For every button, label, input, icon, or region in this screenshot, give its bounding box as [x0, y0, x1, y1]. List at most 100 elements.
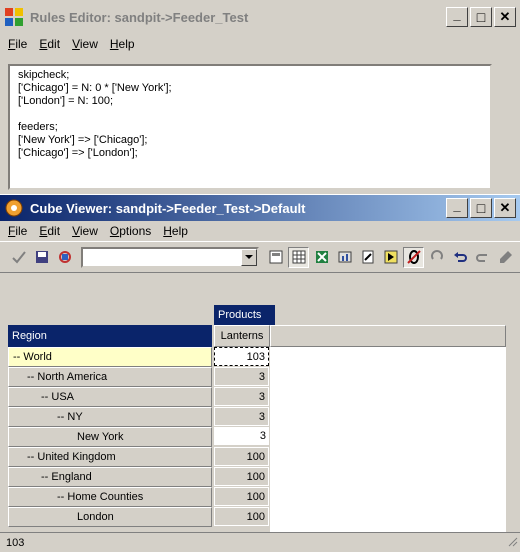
edit-note-icon[interactable] — [357, 247, 378, 268]
chart-icon[interactable] — [334, 247, 355, 268]
menu-help[interactable]: Help — [157, 224, 194, 238]
save-icon[interactable] — [31, 247, 52, 268]
resize-grip-icon[interactable] — [506, 535, 518, 550]
cube-menubar: File Edit View Options Help — [0, 221, 520, 241]
chevron-down-icon[interactable] — [241, 248, 257, 266]
row-label: -- World — [13, 351, 52, 363]
menu-file[interactable]: File — [2, 224, 33, 238]
cell-home-counties[interactable]: 100 — [214, 487, 269, 506]
rules-text-editor[interactable]: skipcheck; ['Chicago'] = N: 0 * ['New Yo… — [8, 64, 492, 190]
menu-options[interactable]: Options — [104, 224, 157, 238]
menu-view[interactable]: View — [66, 37, 104, 51]
maximize-button[interactable]: □ — [470, 198, 492, 218]
cell-value: 103 — [246, 350, 265, 363]
maximize-icon: □ — [476, 200, 486, 216]
close-button[interactable]: ✕ — [494, 198, 516, 218]
menu-help[interactable]: Help — [104, 37, 141, 51]
minimize-icon: _ — [453, 197, 461, 213]
row-header-united-kingdom[interactable]: -- United Kingdom — [8, 447, 212, 467]
column-header-label: Lanterns — [220, 330, 264, 342]
row-label: -- USA — [41, 391, 74, 403]
pen-icon[interactable] — [495, 247, 516, 268]
minimize-button[interactable]: _ — [446, 7, 468, 27]
undo-icon[interactable] — [449, 247, 470, 268]
checkmark-icon[interactable] — [8, 247, 29, 268]
column-header-lanterns[interactable]: Lanterns — [214, 325, 270, 347]
cell-value: 100 — [246, 450, 265, 463]
recalc-icon[interactable] — [426, 247, 447, 268]
menu-edit[interactable]: Edit — [33, 37, 66, 51]
code-line: ['Chicago'] = N: 0 * ['New York']; — [18, 82, 172, 94]
code-line: skipcheck; — [18, 69, 70, 81]
close-icon: ✕ — [499, 9, 511, 24]
code-line: ['New York'] => ['Chicago']; — [18, 134, 148, 146]
row-header-new-york[interactable]: New York — [8, 427, 212, 447]
cell-value: 100 — [246, 490, 265, 503]
menu-view[interactable]: View — [66, 224, 104, 238]
cell-north-america[interactable]: 3 — [214, 367, 269, 386]
menu-file[interactable]: File — [2, 37, 33, 51]
cube-viewer-window: Cube Viewer: sandpit->Feeder_Test->Defau… — [0, 194, 520, 552]
row-header-world[interactable]: -- World — [8, 347, 212, 367]
row-header-london[interactable]: London — [8, 507, 212, 527]
code-line: ['Chicago'] => ['London']; — [18, 147, 138, 159]
cell-england[interactable]: 100 — [214, 467, 269, 486]
cell-value: 100 — [246, 510, 265, 523]
code-line: ['London'] = N: 100; — [18, 95, 114, 107]
maximize-button[interactable]: □ — [470, 7, 492, 27]
rules-app-icon — [4, 7, 24, 27]
zero-suppress-icon[interactable] — [403, 246, 424, 268]
row-label: New York — [77, 431, 124, 443]
row-header-england[interactable]: -- England — [8, 467, 212, 487]
redo-icon[interactable] — [472, 247, 493, 268]
cell-value: 100 — [246, 470, 265, 483]
cell-world[interactable]: 103 — [214, 347, 269, 366]
rules-editor-window: Rules Editor: sandpit->Feeder_Test _ □ ✕… — [0, 0, 520, 194]
code-line: feeders; — [18, 121, 58, 133]
cell-united-kingdom[interactable]: 100 — [214, 447, 269, 466]
row-header-usa[interactable]: -- USA — [8, 387, 212, 407]
row-header-north-america[interactable]: -- North America — [8, 367, 212, 387]
cube-viewer-titlebar[interactable]: Cube Viewer: sandpit->Feeder_Test->Defau… — [0, 195, 520, 221]
column-dimension-header[interactable]: Products — [214, 305, 275, 325]
rules-editor-title: Rules Editor: sandpit->Feeder_Test — [30, 9, 249, 25]
cell-usa[interactable]: 3 — [214, 387, 269, 406]
minimize-button[interactable]: _ — [446, 198, 468, 218]
status-bar: 103 — [0, 532, 520, 552]
column-header-filler — [270, 325, 506, 347]
row-label: -- Home Counties — [57, 491, 144, 503]
cell-london[interactable]: 100 — [214, 507, 269, 526]
cell-ny[interactable]: 3 — [214, 407, 269, 426]
cube-viewer-title: Cube Viewer: sandpit->Feeder_Test->Defau… — [30, 200, 306, 216]
row-dimension-label: Region — [12, 330, 47, 342]
subset-combo[interactable] — [81, 246, 259, 268]
row-label: -- United Kingdom — [27, 451, 116, 463]
rules-menubar: File Edit View Help — [0, 34, 520, 54]
row-label: -- England — [41, 471, 92, 483]
refresh-icon[interactable] — [54, 247, 75, 268]
close-button[interactable]: ✕ — [494, 7, 516, 27]
grid-empty-area — [270, 347, 506, 533]
cell-value: 3 — [258, 370, 265, 383]
status-text: 103 — [6, 536, 25, 549]
minimize-icon: _ — [453, 6, 461, 22]
cell-value: 3 — [258, 410, 265, 423]
row-header-home-counties[interactable]: -- Home Counties — [8, 487, 212, 507]
arrow-right-icon[interactable] — [380, 247, 401, 268]
rules-editor-titlebar[interactable]: Rules Editor: sandpit->Feeder_Test _ □ ✕ — [0, 0, 520, 34]
calculator-icon[interactable] — [265, 247, 286, 268]
cube-toolbar — [0, 241, 520, 273]
row-header-ny[interactable]: -- NY — [8, 407, 212, 427]
row-dimension-header[interactable]: Region — [8, 325, 212, 347]
menu-edit[interactable]: Edit — [33, 224, 66, 238]
excel-icon[interactable] — [311, 247, 332, 268]
close-icon: ✕ — [499, 200, 511, 215]
row-label: -- North America — [27, 371, 108, 383]
grid-view-icon[interactable] — [288, 246, 309, 268]
column-dimension-label: Products — [218, 309, 262, 321]
row-label: -- NY — [57, 411, 83, 423]
cell-new-york[interactable]: 3 — [214, 427, 269, 446]
maximize-icon: □ — [476, 9, 486, 25]
cell-value: 3 — [258, 390, 265, 403]
